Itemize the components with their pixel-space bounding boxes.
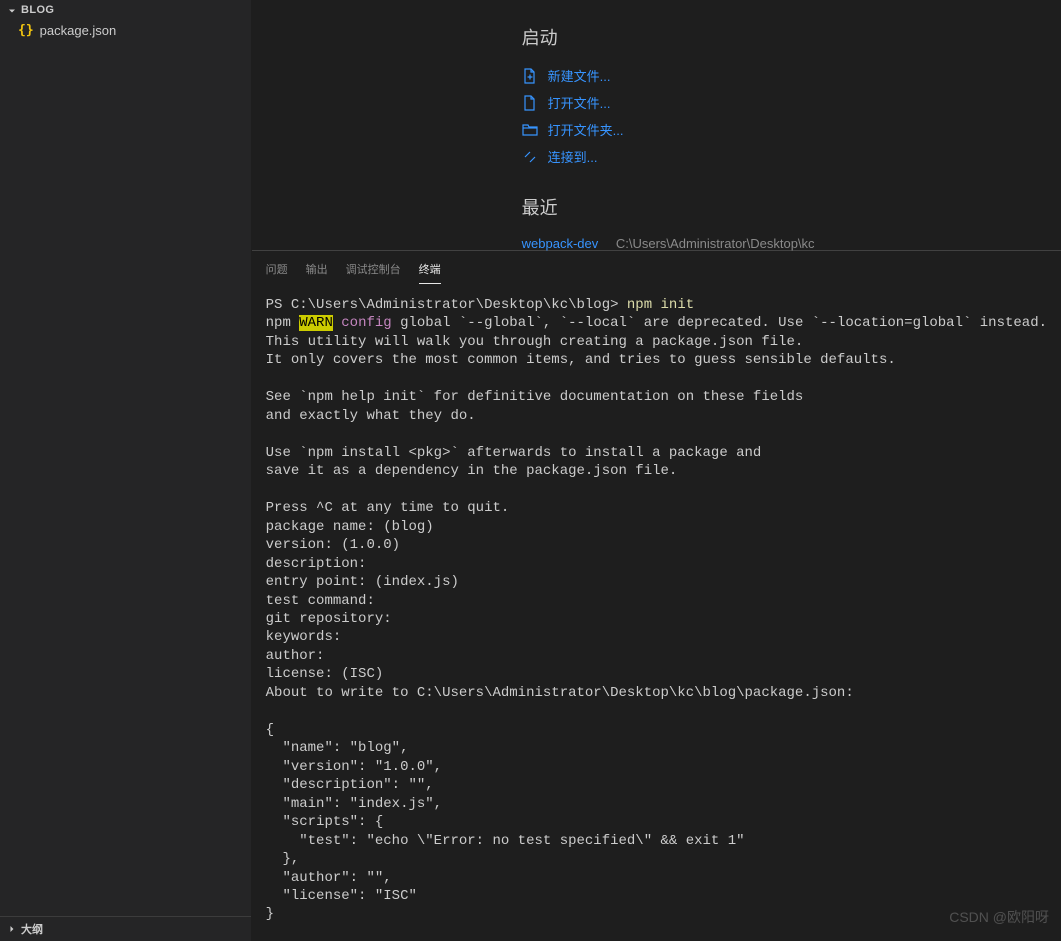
tab-output[interactable]: 输出	[306, 257, 328, 284]
terminal-output[interactable]: PS C:\Users\Administrator\Desktop\kc\blo…	[252, 284, 1061, 941]
new-file-label: 新建文件...	[548, 66, 611, 85]
open-file-label: 打开文件...	[548, 93, 611, 112]
connect-link[interactable]: 连接到...	[522, 143, 1061, 170]
recent-item-path: C:\Users\Administrator\Desktop\kc	[616, 236, 815, 251]
tab-debug-console[interactable]: 调试控制台	[346, 257, 401, 284]
open-folder-link[interactable]: 打开文件夹...	[522, 116, 1061, 143]
new-file-icon	[522, 68, 542, 84]
recent-heading: 最近	[522, 194, 1061, 220]
open-file-link[interactable]: 打开文件...	[522, 89, 1061, 116]
bottom-panel: 问题 输出 调试控制台 终端 PS C:\Users\Administrator…	[252, 250, 1061, 941]
watermark: CSDN @欧阳呀	[949, 907, 1049, 927]
file-item-package-json[interactable]: {} package.json	[0, 20, 251, 41]
terminal-warn-badge: WARN	[299, 315, 333, 331]
open-file-icon	[522, 95, 542, 111]
main-area: 启动 新建文件... 打开文件... 打开文件夹.	[252, 0, 1061, 941]
sidebar: BLOG {} package.json 大纲	[0, 0, 252, 941]
open-folder-icon	[522, 122, 542, 138]
recent-item: webpack-dev C:\Users\Administrator\Deskt…	[522, 232, 1061, 255]
json-file-icon: {}	[18, 23, 34, 38]
open-folder-label: 打开文件夹...	[548, 120, 624, 139]
terminal-config-word: config	[341, 315, 391, 331]
file-name-label: package.json	[40, 23, 117, 38]
outline-label: 大纲	[21, 921, 43, 937]
explorer-folder-header[interactable]: BLOG	[0, 0, 251, 20]
terminal-command: npm init	[627, 297, 694, 313]
welcome-panel: 启动 新建文件... 打开文件... 打开文件夹.	[252, 0, 1061, 250]
tab-terminal[interactable]: 终端	[419, 257, 441, 284]
connect-label: 连接到...	[548, 147, 598, 166]
terminal-body: This utility will walk you through creat…	[266, 334, 896, 941]
tab-problems[interactable]: 问题	[266, 257, 288, 284]
recent-item-name[interactable]: webpack-dev	[522, 236, 599, 251]
outline-section-header[interactable]: 大纲	[0, 916, 251, 941]
connect-icon	[522, 149, 542, 165]
terminal-prompt: PS C:\Users\Administrator\Desktop\kc\blo…	[266, 297, 627, 313]
start-heading: 启动	[522, 24, 1061, 50]
terminal-text: global `--global`, `--local` are depreca…	[392, 315, 1047, 331]
chevron-down-icon	[6, 3, 18, 17]
terminal-text: npm	[266, 315, 300, 331]
panel-tab-bar: 问题 输出 调试控制台 终端	[252, 251, 1061, 284]
new-file-link[interactable]: 新建文件...	[522, 62, 1061, 89]
folder-name: BLOG	[21, 4, 54, 16]
chevron-right-icon	[6, 923, 18, 935]
